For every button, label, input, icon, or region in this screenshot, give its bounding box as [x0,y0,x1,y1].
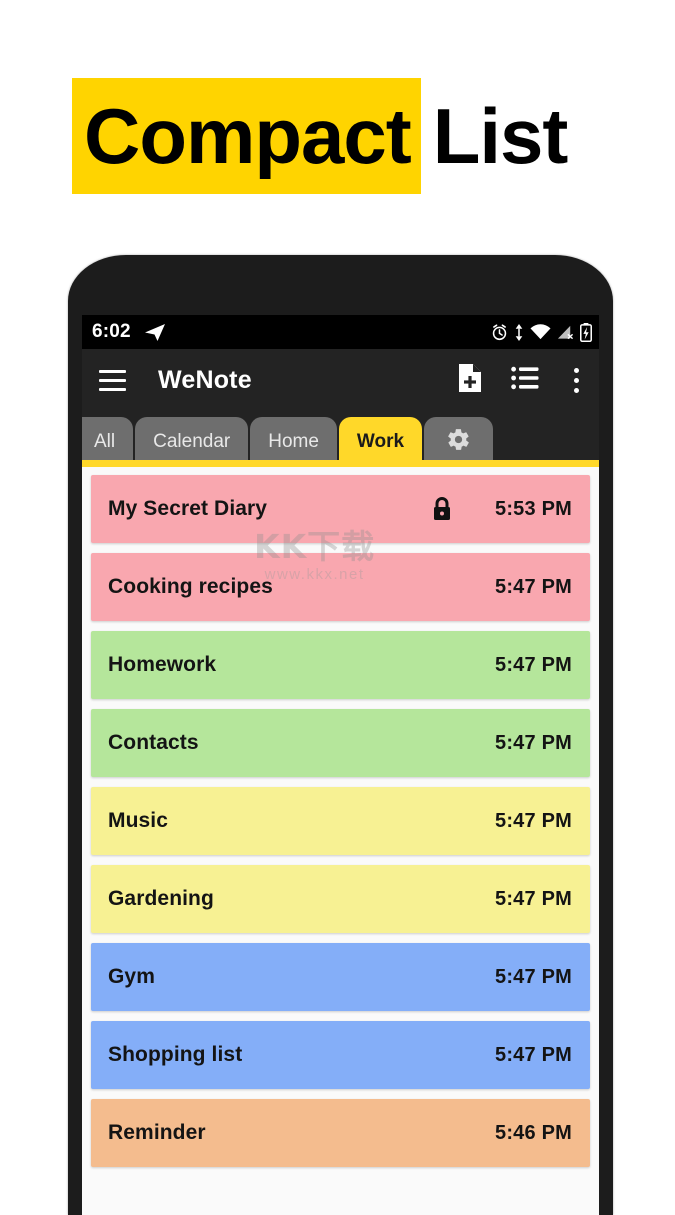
hamburger-menu-icon[interactable] [99,369,126,391]
note-title: My Secret Diary [108,497,268,520]
note-time: 5:47 PM [495,653,572,676]
app-bar: WeNote [82,349,599,411]
gear-icon [446,427,471,458]
note-list[interactable]: My Secret Diary 5:53 PM Cooking recipes … [82,467,599,1215]
tab-work-label: Work [356,431,405,452]
tab-all-label: All [94,431,116,452]
note-time: 5:47 PM [495,731,572,754]
note-row[interactable]: Gardening 5:47 PM [91,865,590,933]
note-row[interactable]: Contacts 5:47 PM [91,709,590,777]
note-time: 5:47 PM [495,809,572,832]
alarm-clock-icon [491,323,508,341]
note-row[interactable]: Homework 5:47 PM [91,631,590,699]
page-title: Compact List [72,78,569,194]
telegram-send-icon [144,323,166,342]
note-row[interactable]: Cooking recipes 5:47 PM [91,553,590,621]
tab-bar: All Calendar Home Work [82,411,599,467]
note-title: Reminder [108,1121,206,1144]
app-bar-actions [457,363,585,398]
overflow-menu-icon[interactable] [567,367,585,393]
note-title: Cooking recipes [108,575,273,598]
status-bar-clock: 6:02 [92,321,131,342]
note-time: 5:53 PM [495,497,572,520]
page-title-highlight: Compact [72,78,421,194]
note-time: 5:47 PM [495,965,572,988]
wifi-icon [530,324,551,340]
new-note-icon[interactable] [457,363,483,398]
app-title: WeNote [158,365,252,394]
note-row[interactable]: Music 5:47 PM [91,787,590,855]
battery-charging-icon [580,322,592,342]
lock-icon [431,496,453,522]
status-bar: 6:02 [82,315,599,349]
note-time: 5:47 PM [495,575,572,598]
status-bar-icons [491,322,592,342]
data-transfer-icon [514,323,524,341]
tab-home-label: Home [268,431,319,452]
note-title: Homework [108,653,217,676]
note-time: 5:47 PM [495,1043,572,1066]
note-row[interactable]: Gym 5:47 PM [91,943,590,1011]
phone-frame: 6:02 WeNote All Calendar Home Work My Se… [68,255,613,1215]
note-row[interactable]: My Secret Diary 5:53 PM [91,475,590,543]
note-time: 5:46 PM [495,1121,572,1144]
note-time: 5:47 PM [495,887,572,910]
note-title: Gardening [108,887,214,910]
note-row[interactable]: Reminder 5:46 PM [91,1099,590,1167]
cellular-signal-off-icon [557,324,574,340]
note-title: Gym [108,965,155,988]
note-title: Music [108,809,169,832]
page-title-plain: List [432,92,569,180]
note-row[interactable]: Shopping list 5:47 PM [91,1021,590,1089]
tab-active-indicator [82,460,599,467]
note-title: Shopping list [108,1043,243,1066]
note-title: Contacts [108,731,199,754]
phone-screen: 6:02 WeNote All Calendar Home Work My Se… [82,315,599,1215]
list-layout-icon[interactable] [511,366,539,395]
tab-calendar-label: Calendar [153,431,231,452]
